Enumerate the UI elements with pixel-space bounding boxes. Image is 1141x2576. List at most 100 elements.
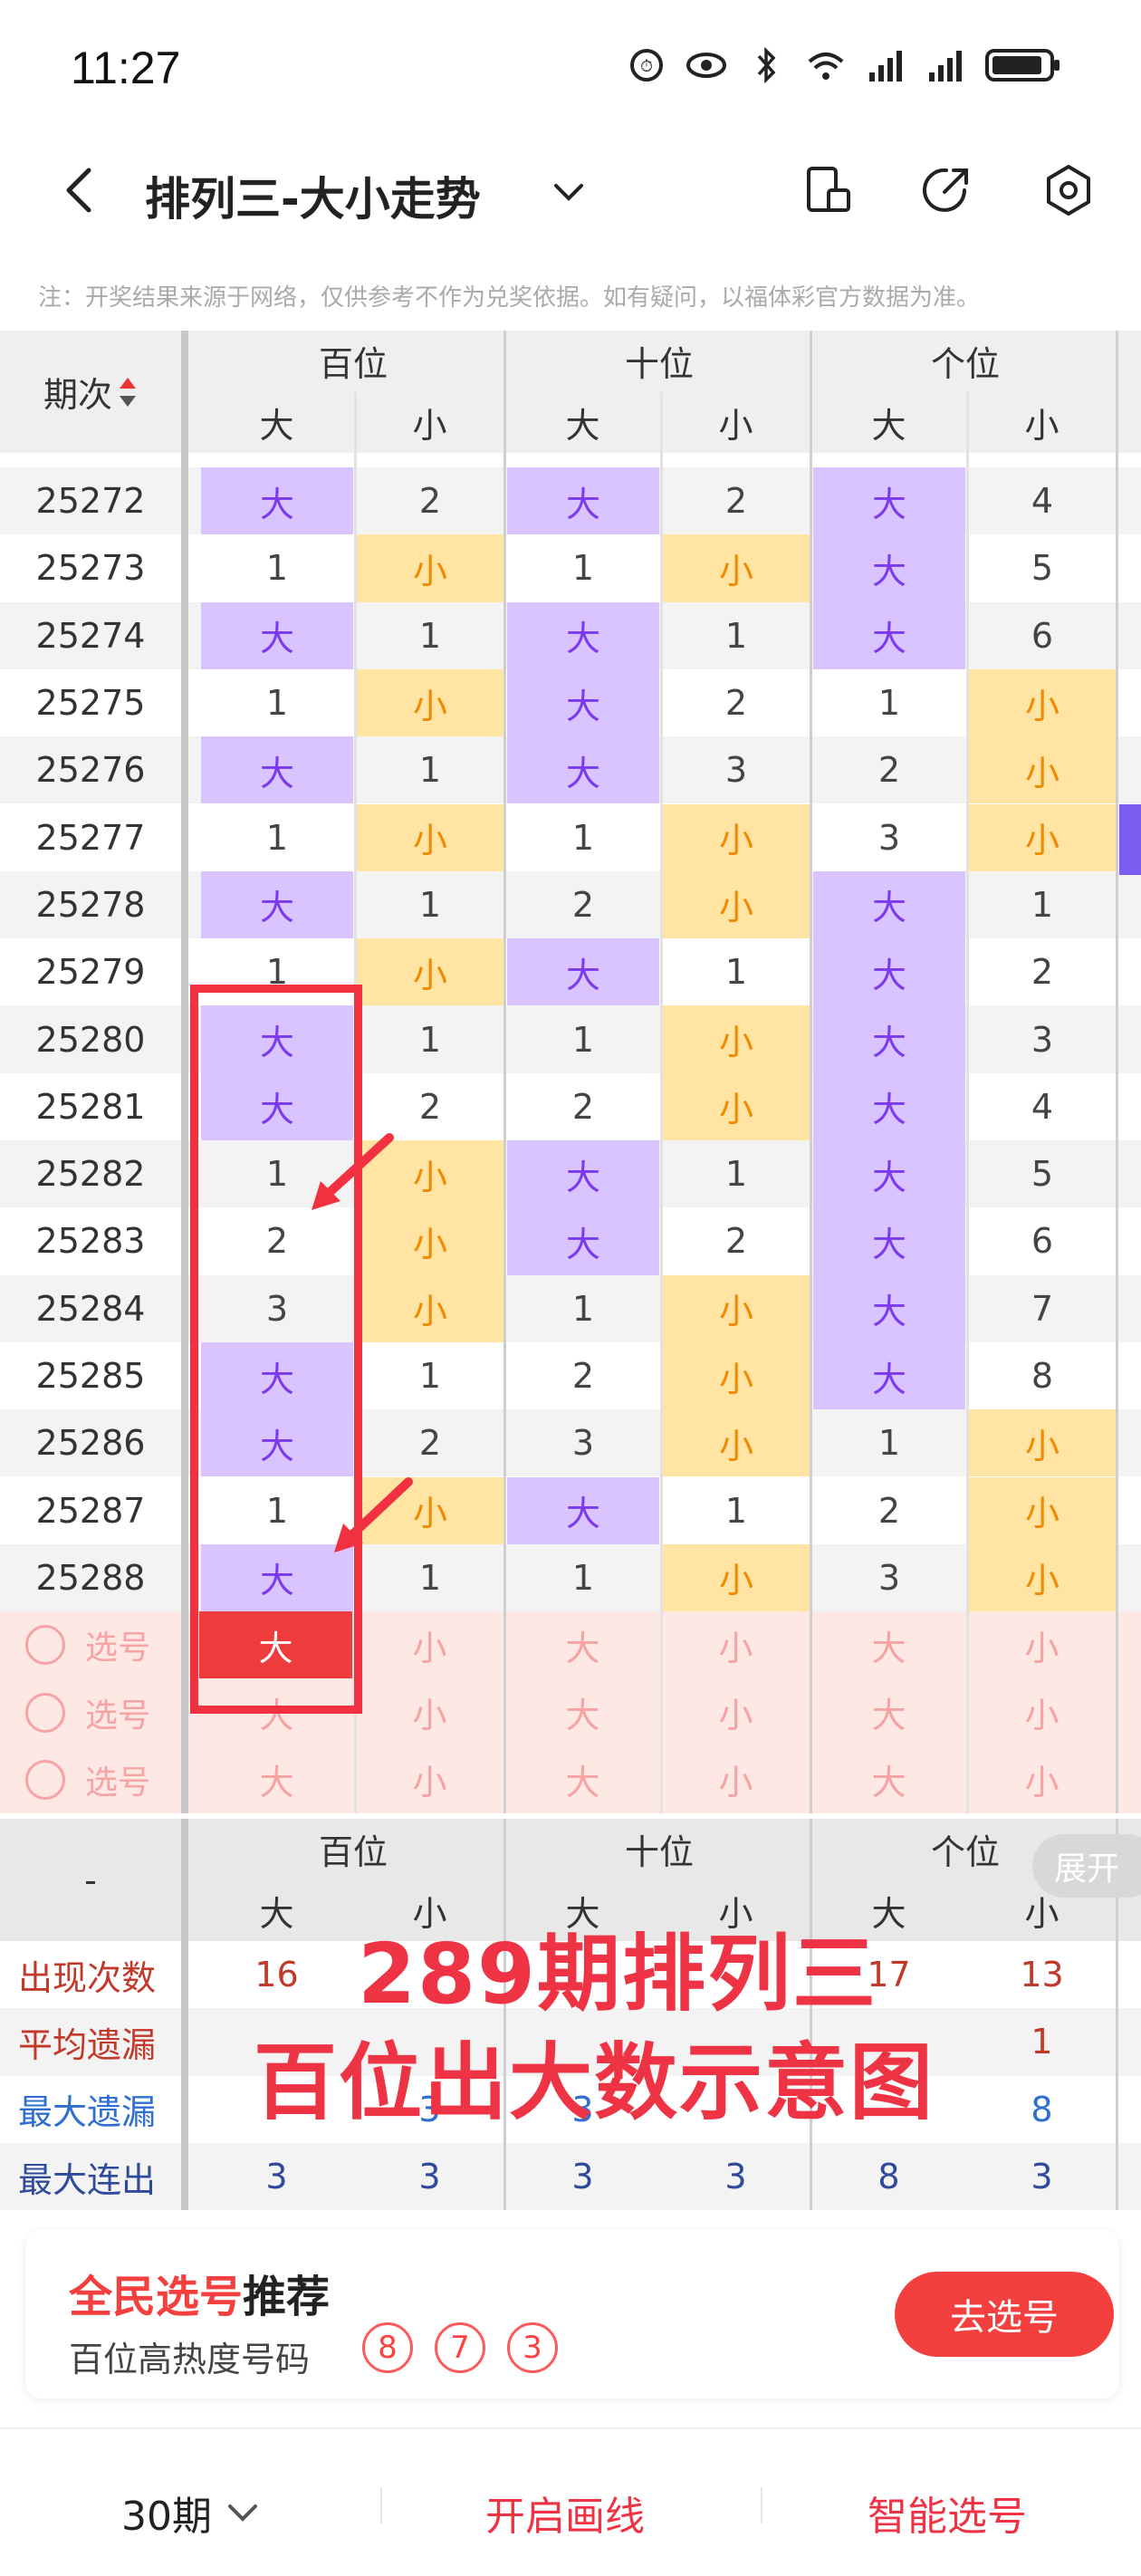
table-row: 25284 3 小 1 小大 7 [0,1274,1141,1342]
trend-cell: 小 [966,1543,1118,1612]
trend-cell: 1 [724,1490,748,1531]
trend-cell: 小 [660,1543,812,1612]
trend-cell: 小 [660,1274,812,1342]
period-number: 25273 [35,548,146,589]
summary-label: 最大遗漏 [18,2092,157,2133]
wifi-icon [808,53,844,80]
summary-label: 出现次数 [18,1957,157,1998]
signal-icon-1 [869,51,902,82]
trend-cell: 小 [660,1341,812,1410]
divider [761,2487,762,2523]
trend-cell: 1 [418,1356,442,1397]
summary-value: 16 [254,1955,299,1995]
trend-cell: 大 [507,1207,659,1275]
trend-cell: 2 [724,683,748,724]
trend-cell: 1 [418,750,442,791]
summary-row: 最大连出 3 3 3 3 8 3 [0,2142,1141,2211]
trend-cell: 小 [660,1409,812,1477]
table-row: 25277 1 小 1 小 3 小 [0,803,1141,871]
pick-cell[interactable]: 小 [660,1611,811,1678]
pick-cell[interactable]: 小 [660,1678,811,1745]
trend-cell: 2 [418,1423,442,1464]
summary-group-header: 十位 [624,1831,694,1872]
summary-value: 3 [418,2157,441,2197]
table-row: 25276 大 1 大 3 2 小 [0,736,1141,804]
summary-value: 3 [724,2157,747,2197]
signal-icon-2 [929,51,962,82]
pick-cell[interactable]: 大 [813,1746,964,1813]
pick-label: 选号 [85,1629,151,1668]
trend-cell: 2 [418,1086,442,1127]
period-number: 25280 [35,1019,146,1060]
pick-cell[interactable]: 大 [813,1611,964,1678]
trend-cell: 大 [813,938,965,1006]
trend-cell: 2 [571,884,595,925]
pick-toggle[interactable]: 选号 [25,1611,150,1678]
page-title[interactable]: 排列三-大小走势 [145,163,481,228]
grid-line [966,392,969,1813]
scroll-indicator[interactable] [1119,804,1141,875]
expand-button[interactable]: 展开 [1032,1834,1141,1898]
period-sort-header[interactable]: 期次 [0,331,181,453]
pick-cell[interactable]: 大 [507,1678,658,1745]
settings-icon[interactable] [1041,163,1096,217]
table-row: 25272 大 2 大 2 大 4 [0,467,1141,535]
trend-cell: 大 [507,938,659,1006]
table-row: 25279 1 小大 1 大 2 [0,938,1141,1006]
pick-toggle[interactable]: 选号 [25,1746,150,1813]
trend-cell: 1 [571,817,595,858]
table-row: 25280 大 1 1 小大 3 [0,1005,1141,1073]
table-row: 25274 大 1 大 1 大 6 [0,601,1141,669]
share-icon[interactable] [919,163,973,217]
battery-icon [985,49,1060,82]
summary-group-header: 百位 [318,1831,388,1872]
device-switch-icon[interactable] [801,163,856,217]
trend-cell: 4 [1031,1086,1054,1127]
pick-cell[interactable]: 小 [354,1746,505,1813]
trend-cell: 1 [877,683,901,724]
smart-pick-button[interactable]: 智能选号 [868,2484,1027,2542]
summary-value: 3 [1031,2157,1053,2197]
pick-cell[interactable]: 大 [507,1746,658,1813]
pick-cell[interactable]: 大 [507,1611,658,1678]
trend-cell: 2 [571,1356,595,1397]
pick-cell[interactable]: 小 [966,1611,1117,1678]
group-header-hundreds: 百位 [318,343,388,384]
grid-line [181,1819,188,2211]
trend-cell: 大 [813,1140,965,1208]
sort-icon [120,377,136,407]
period-number: 25287 [35,1490,146,1531]
trend-cell: 小 [354,938,506,1006]
trend-cell: 1 [418,884,442,925]
highlight-box [190,985,362,1714]
summary-value: 8 [1031,2089,1053,2129]
trend-cell: 小 [354,1274,506,1342]
trend-cell: 大 [507,601,659,669]
chevron-down-icon[interactable] [549,172,589,212]
pick-cell[interactable]: 小 [660,1746,811,1813]
trend-cell: 大 [507,668,659,737]
recommend-card: 全民选号推荐 百位高热度号码 8 7 3 去选号 [25,2230,1119,2398]
trend-cell: 小 [966,1476,1118,1544]
pick-cell[interactable]: 小 [966,1746,1117,1813]
trend-cell: 大 [201,736,353,804]
sub-header: 大 [259,405,294,446]
trend-cell: 大 [507,736,659,804]
period-range-select[interactable]: 30期 [121,2484,261,2542]
pick-cell[interactable]: 大 [201,1746,352,1813]
trend-cell: 3 [877,817,901,858]
trend-cell: 2 [724,481,748,522]
pick-toggle[interactable]: 选号 [25,1678,150,1745]
pick-cell[interactable]: 小 [354,1678,505,1745]
pick-row: 选号大小大小大小 [0,1611,1141,1679]
trend-cell: 2 [724,1221,748,1262]
back-arrow-icon[interactable] [54,163,109,217]
pick-cell[interactable]: 大 [813,1678,964,1745]
trend-cell: 大 [813,1207,965,1275]
trend-cell: 7 [1031,1288,1054,1329]
trend-cell: 大 [813,1005,965,1073]
draw-line-button[interactable]: 开启画线 [485,2484,645,2542]
pick-cell[interactable]: 小 [354,1611,505,1678]
pick-cell[interactable]: 小 [966,1678,1117,1745]
go-pick-button[interactable]: 去选号 [895,2272,1114,2357]
